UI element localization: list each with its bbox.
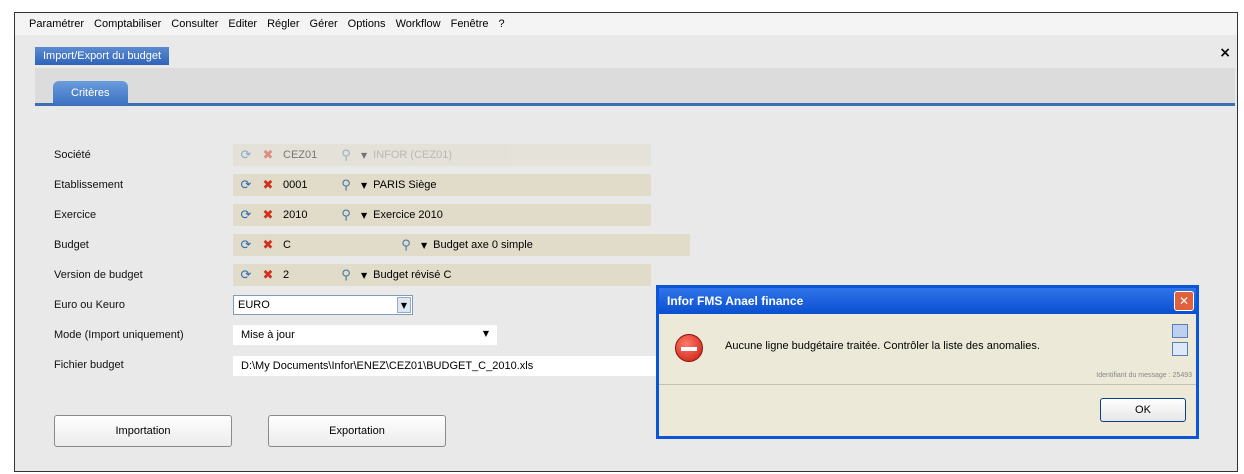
chevron-down-icon: ▼ (361, 150, 368, 160)
mode-row: Mode (Import uniquement) (54, 324, 224, 346)
delete-icon[interactable]: ✖ (259, 237, 277, 253)
etablissement-code[interactable]: 0001 (283, 179, 333, 191)
menu-workflow[interactable]: Workflow (396, 18, 441, 30)
euro-label: Euro ou Keuro (54, 299, 125, 311)
magnifier-icon[interactable]: ⚲ (337, 267, 355, 283)
close-icon[interactable]: ✕ (1174, 291, 1194, 311)
dialog-separator (659, 384, 1196, 385)
euro-value: EURO (238, 299, 270, 311)
tab-strip: Critères (35, 68, 1235, 106)
menu-parametrer[interactable]: Paramétrer (29, 18, 84, 30)
exercice-desc: Exercice 2010 (373, 209, 443, 221)
fichier-row: Fichier budget (54, 354, 224, 376)
etablissement-desc: PARIS Siège (373, 179, 437, 191)
menu-editer[interactable]: Editer (228, 18, 257, 30)
tab-criteres[interactable]: Critères (53, 81, 128, 105)
fichier-input[interactable]: D:\My Documents\Infor\ENEZ\CEZ01\BUDGET_… (233, 356, 656, 376)
refresh-icon: ⟳ (240, 147, 252, 163)
refresh-icon[interactable]: ⟳ (237, 237, 255, 253)
message-dialog: Infor FMS Anael finance ✕ Aucune ligne b… (656, 285, 1199, 439)
menu-regler[interactable]: Régler (267, 18, 299, 30)
version-row: Version de budget (54, 264, 224, 286)
menu-gerer[interactable]: Gérer (310, 18, 338, 30)
dialog-title: Infor FMS Anael finance (659, 288, 1196, 314)
menu-options[interactable]: Options (348, 18, 386, 30)
refresh-icon[interactable]: ⟳ (237, 177, 255, 193)
budget-row: Budget (54, 234, 224, 256)
exercice-row: Exercice (54, 204, 224, 226)
exercice-label: Exercice (54, 209, 97, 221)
societe-code: CEZ01 (283, 149, 318, 161)
version-code[interactable]: 2 (283, 269, 333, 281)
chevron-down-icon[interactable]: ▼ (361, 181, 367, 190)
societe-field: ⟳ ✖ CEZ01 ⚲ ▼ INFOR (CEZ01) (233, 144, 651, 166)
magnifier-icon[interactable]: ⚲ (337, 177, 355, 193)
societe-label: Société (54, 149, 91, 161)
fichier-label: Fichier budget (54, 359, 124, 371)
fichier-value: D:\My Documents\Infor\ENEZ\CEZ01\BUDGET_… (241, 360, 534, 372)
close-window-icon[interactable]: × (1219, 45, 1231, 61)
chevron-down-icon[interactable]: ▼ (361, 271, 367, 280)
societe-row: Société (54, 144, 224, 166)
importation-button[interactable]: Importation (54, 415, 232, 447)
ok-button[interactable]: OK (1100, 398, 1186, 422)
etablissement-field: ⟳ ✖ 0001 ⚲ ▼ PARIS Siège (233, 174, 651, 196)
version-label: Version de budget (54, 269, 143, 281)
budget-field: ⟳ ✖ C ⚲ ▼ Budget axe 0 simple (233, 234, 690, 256)
menu-consulter[interactable]: Consulter (171, 18, 218, 30)
mode-label: Mode (Import uniquement) (54, 329, 184, 341)
mode-value: Mise à jour (241, 329, 295, 341)
menu-fenetre[interactable]: Fenêtre (451, 18, 489, 30)
etablissement-label: Etablissement (54, 179, 124, 191)
exercice-field: ⟳ ✖ 2010 ⚲ ▼ Exercice 2010 (233, 204, 651, 226)
etablissement-row: Etablissement (54, 174, 224, 196)
chevron-down-icon[interactable]: ▼ (483, 329, 489, 338)
details-icon[interactable] (1172, 342, 1188, 356)
delete-icon[interactable]: ✖ (259, 207, 277, 223)
magnifier-icon[interactable]: ⚲ (397, 237, 415, 253)
delete-icon[interactable]: ✖ (259, 177, 277, 193)
copy-icon[interactable] (1172, 324, 1188, 338)
version-desc: Budget révisé C (373, 269, 452, 281)
refresh-icon[interactable]: ⟳ (237, 267, 255, 283)
mode-select[interactable]: Mise à jour ▼ (233, 325, 497, 345)
delete-icon: ✖ (262, 147, 274, 163)
euro-row: Euro ou Keuro (54, 294, 224, 316)
societe-desc: INFOR (CEZ01) (373, 149, 452, 161)
menu-bar: Paramétrer Comptabiliser Consulter Edite… (15, 13, 1237, 35)
chevron-down-icon[interactable]: ▼ (397, 297, 411, 313)
budget-desc: Budget axe 0 simple (433, 239, 533, 251)
euro-select[interactable]: EURO ▼ (233, 295, 413, 315)
budget-label: Budget (54, 239, 89, 251)
error-icon (675, 334, 703, 362)
document-tab[interactable]: Import/Export du budget (35, 47, 170, 65)
chevron-down-icon[interactable]: ▼ (361, 211, 367, 220)
delete-icon[interactable]: ✖ (259, 267, 277, 283)
exercice-code[interactable]: 2010 (283, 209, 333, 221)
refresh-icon[interactable]: ⟳ (237, 207, 255, 223)
magnifier-icon[interactable]: ⚲ (337, 207, 355, 223)
budget-code[interactable]: C (283, 239, 393, 251)
magnifier-icon: ⚲ (341, 147, 351, 163)
version-field: ⟳ ✖ 2 ⚲ ▼ Budget révisé C (233, 264, 651, 286)
menu-comptabiliser[interactable]: Comptabiliser (94, 18, 161, 30)
message-id: Identifiant du message : 25493 (1096, 372, 1192, 379)
exportation-button[interactable]: Exportation (268, 415, 446, 447)
chevron-down-icon[interactable]: ▼ (421, 241, 427, 250)
dialog-message: Aucune ligne budgétaire traitée. Contrôl… (725, 340, 1040, 352)
menu-help[interactable]: ? (499, 18, 505, 30)
